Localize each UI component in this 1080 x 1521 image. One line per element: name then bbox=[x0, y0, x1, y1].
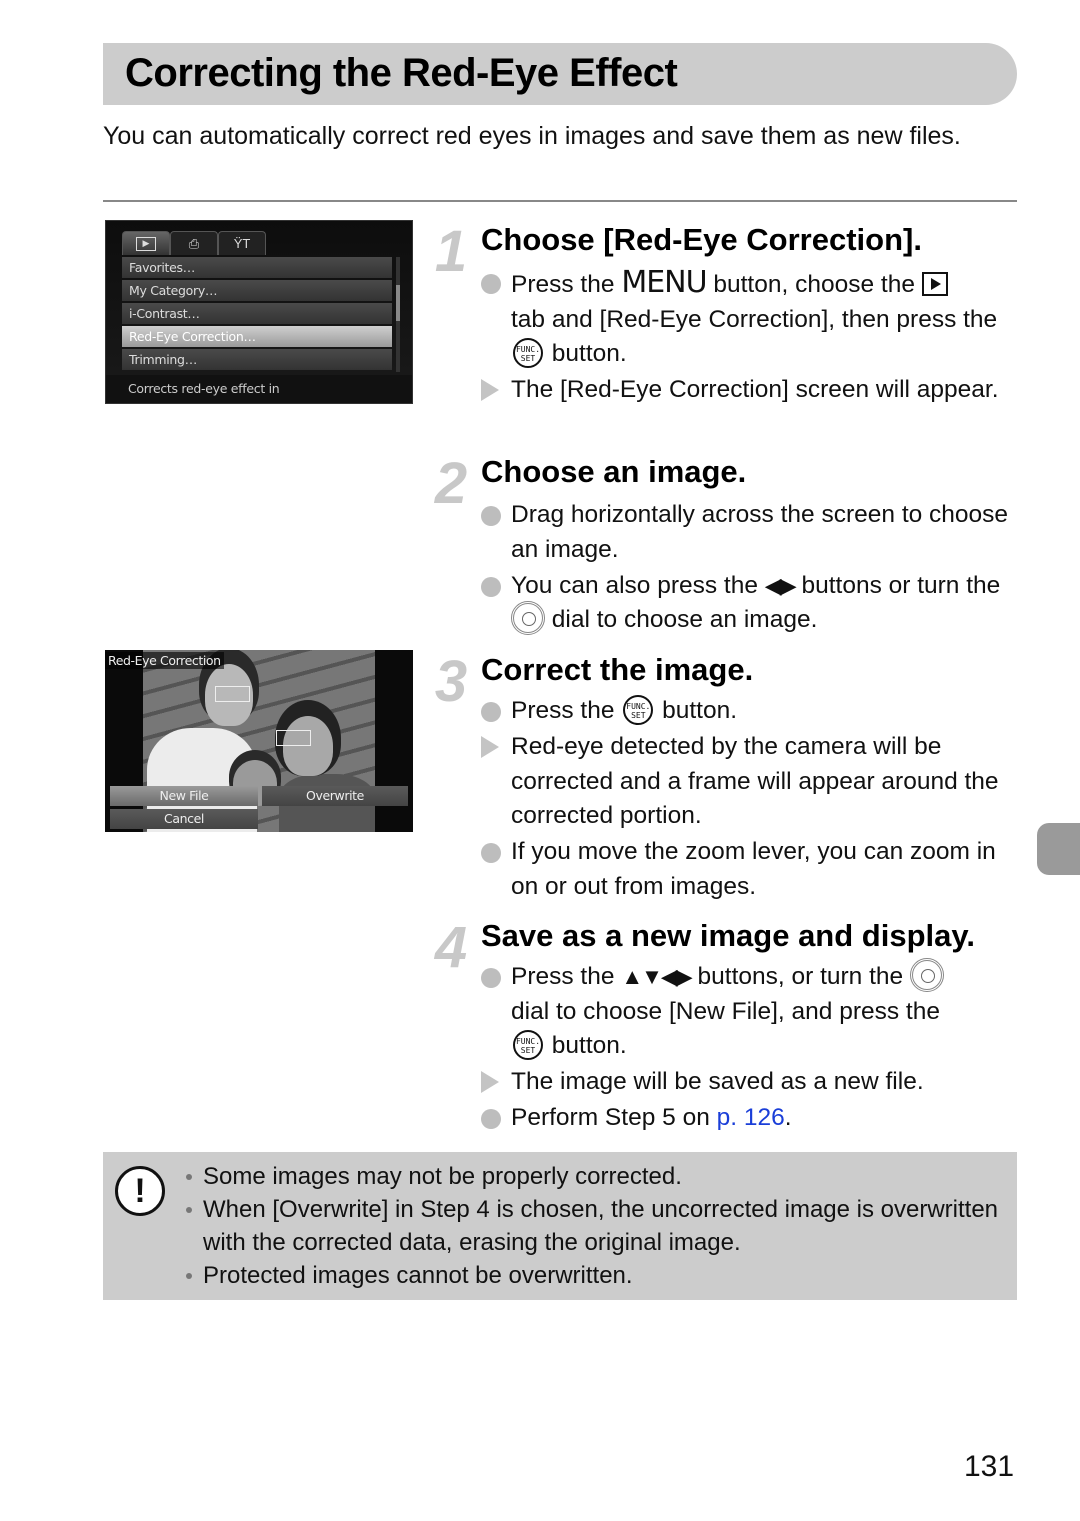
camera-tabs: ▶ ⎙ ΫΤ bbox=[122, 231, 266, 255]
bullet-dot-icon bbox=[481, 1109, 501, 1130]
caution-item: When [Overwrite] in Step 4 is chosen, th… bbox=[181, 1193, 1001, 1259]
intro-text: You can automatically correct red eyes i… bbox=[103, 122, 961, 150]
page-reference-link[interactable]: p. 126 bbox=[717, 1104, 785, 1131]
step-title: Choose an image. bbox=[481, 454, 747, 489]
step-body: Press the FUNC. SET button. Red-eye detec… bbox=[481, 694, 1021, 906]
bullet-dot-icon bbox=[481, 506, 501, 526]
step-number: 3 bbox=[434, 649, 468, 714]
step-body: Press the ▲▼◀▶ buttons, or turn the dial… bbox=[481, 957, 1021, 1137]
bullet-dot-icon bbox=[481, 576, 501, 597]
page-number: 131 bbox=[964, 1450, 1015, 1483]
photo-figure bbox=[283, 716, 333, 776]
step-2: 2 Choose an image. Drag horizontally acr… bbox=[428, 454, 1028, 644]
func-set-button-icon: FUNC. SET bbox=[623, 694, 654, 725]
step-number: 4 bbox=[434, 915, 468, 980]
bullet-dot-icon bbox=[481, 843, 501, 863]
camera-menu-item-i-contrast: i-Contrast… bbox=[122, 303, 392, 324]
step-result: Red-eye detected by the camera will be c… bbox=[481, 730, 1021, 834]
step-3: 3 Correct the image. Press the FUNC. SET … bbox=[428, 652, 1028, 907]
up-down-left-right-buttons-icon: ▲▼◀▶ bbox=[621, 964, 692, 989]
playback-tab-icon bbox=[921, 271, 948, 296]
func-set-button-icon: FUNC. SET bbox=[513, 337, 543, 368]
screen-title: Red-Eye Correction bbox=[105, 652, 224, 669]
result-arrow-icon bbox=[481, 1071, 499, 1094]
camera-menu-item-red-eye-correction: Red-Eye Correction… bbox=[122, 326, 392, 347]
step-4: 4 Save as a new image and display. Press… bbox=[428, 918, 1028, 1148]
func-set-button-icon: FUNC. SET bbox=[513, 1029, 543, 1060]
cancel-button: Cancel bbox=[110, 809, 258, 829]
camera-menu-description: Corrects red-eye effect in bbox=[106, 375, 412, 403]
step-title: Choose [Red-Eye Correction]. bbox=[481, 222, 922, 257]
control-dial-icon bbox=[909, 957, 944, 992]
step-bullet: Press the FUNC. SET button. bbox=[481, 694, 1021, 729]
step-bullet: Press the ▲▼◀▶ buttons, or turn the dial… bbox=[481, 957, 1021, 1064]
bullet-dot-icon bbox=[481, 702, 501, 722]
camera-menu-item-my-category: My Category… bbox=[122, 280, 392, 301]
bullet-dot-icon bbox=[481, 274, 501, 294]
menu-button-icon: MENU bbox=[621, 265, 707, 300]
step-bullet: If you move the zoom lever, you can zoom… bbox=[481, 835, 1021, 904]
camera-menu-scrollbar bbox=[396, 257, 400, 372]
result-arrow-icon bbox=[481, 379, 499, 401]
playback-tab-icon: ▶ bbox=[122, 231, 170, 255]
caution-icon: ! bbox=[115, 1166, 165, 1216]
camera-menu-screenshot: ▶ ⎙ ΫΤ Favorites… My Category… i-Contras… bbox=[105, 220, 413, 404]
step-1: 1 Choose [Red-Eye Correction]. Press the… bbox=[428, 222, 1028, 442]
step-bullet: You can also press the ◀▶ buttons or tur… bbox=[481, 569, 1021, 638]
step-bullet: Press the MENU button, choose the tab an… bbox=[481, 265, 1021, 372]
caution-item: Some images may not be properly correcte… bbox=[181, 1160, 1001, 1193]
step-title: Correct the image. bbox=[481, 652, 754, 687]
camera-menu-item-favorites: Favorites… bbox=[122, 257, 392, 278]
step-number: 1 bbox=[434, 219, 468, 284]
chapter-tab bbox=[1037, 823, 1080, 875]
bullet-dot-icon bbox=[481, 968, 501, 988]
step-bullet: Perform Step 5 on p. 126. bbox=[481, 1101, 1021, 1136]
overwrite-button: Overwrite bbox=[262, 786, 408, 806]
result-arrow-icon bbox=[481, 736, 499, 758]
control-dial-icon bbox=[511, 600, 545, 635]
new-file-button: New File bbox=[110, 786, 258, 806]
step-body: Press the MENU button, choose the tab an… bbox=[481, 265, 1021, 409]
red-eye-correction-screenshot: Red-Eye Correction New File Overwrite Ca… bbox=[105, 650, 413, 832]
title-bar: Correcting the Red-Eye Effect bbox=[103, 43, 1017, 105]
page-title: Correcting the Red-Eye Effect bbox=[125, 51, 678, 95]
step-result: The [Red-Eye Correction] screen will app… bbox=[481, 373, 1021, 408]
step-number: 2 bbox=[434, 451, 468, 516]
caution-list: Some images may not be properly correcte… bbox=[181, 1160, 1001, 1292]
print-tab-icon: ⎙ bbox=[170, 231, 218, 255]
red-eye-frame bbox=[215, 686, 250, 702]
scrollbar-thumb bbox=[396, 285, 400, 321]
step-bullet: Drag horizontally across the screen to c… bbox=[481, 498, 1021, 567]
settings-tab-icon: ΫΤ bbox=[218, 231, 266, 255]
red-eye-frame bbox=[276, 730, 311, 746]
section-divider bbox=[103, 200, 1017, 202]
left-right-buttons-icon: ◀▶ bbox=[764, 572, 797, 598]
caution-box: ! Some images may not be properly correc… bbox=[103, 1152, 1017, 1300]
camera-menu-item-trimming: Trimming… bbox=[122, 349, 392, 370]
step-title: Save as a new image and display. bbox=[481, 918, 975, 953]
step-result: The image will be saved as a new file. bbox=[481, 1065, 1021, 1100]
caution-item: Protected images cannot be overwritten. bbox=[181, 1259, 1001, 1292]
camera-menu-list: Favorites… My Category… i-Contrast… Red-… bbox=[122, 257, 392, 372]
step-body: Drag horizontally across the screen to c… bbox=[481, 498, 1021, 639]
